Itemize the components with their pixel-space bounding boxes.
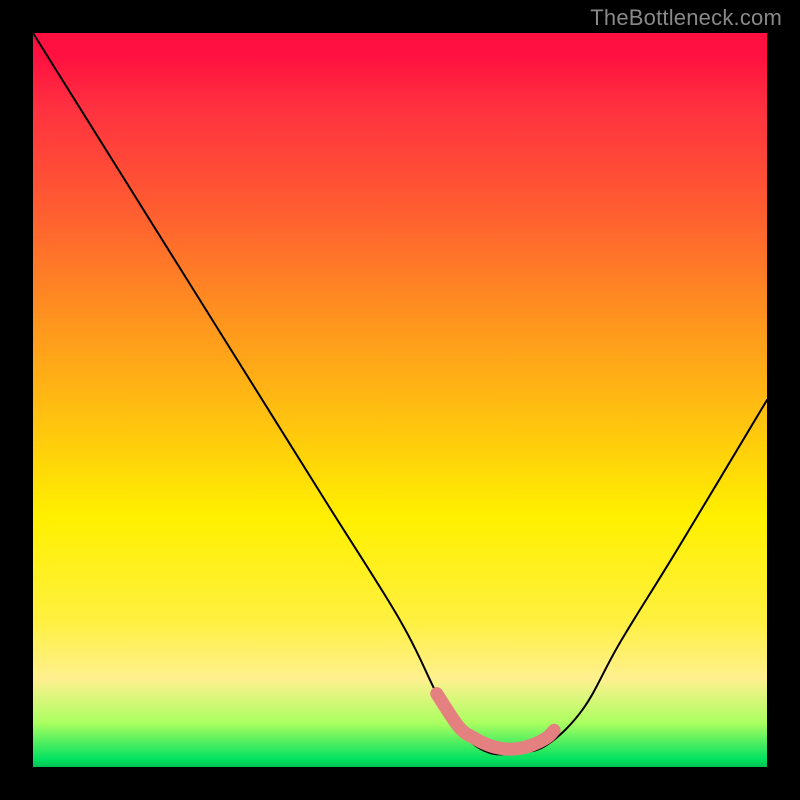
bottleneck-curve-line (33, 33, 767, 754)
curve-layer (33, 33, 767, 767)
plot-area (33, 33, 767, 767)
bottleneck-curve-highlight (437, 694, 554, 750)
bottleneck-chart: TheBottleneck.com (0, 0, 800, 800)
watermark-text: TheBottleneck.com (590, 5, 782, 31)
